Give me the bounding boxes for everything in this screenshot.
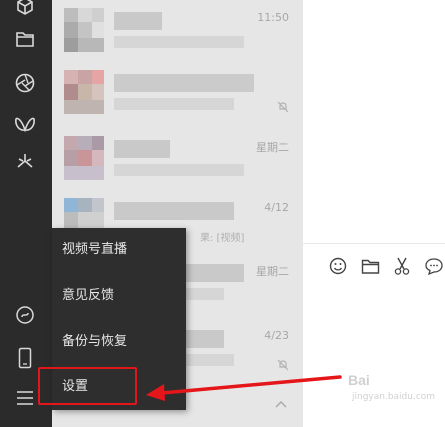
annotation-arrow [146,375,342,401]
watermark-subtext: jingyan.baidu.com [352,392,436,402]
watermark-text: Bai [348,372,370,388]
watermark: Bai jingyan.baidu.com [328,366,438,416]
